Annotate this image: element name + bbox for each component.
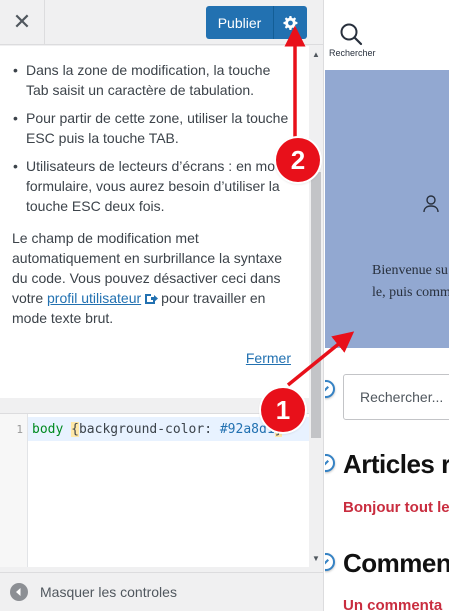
- scroll-down-arrow-icon[interactable]: ▼: [312, 554, 320, 563]
- help-list: Dans la zone de modification, la touche …: [12, 60, 295, 216]
- close-help-link[interactable]: Fermer: [246, 348, 291, 368]
- css-code-editor[interactable]: 1 body {background-color: #92a8d1}: [0, 413, 309, 567]
- annotation-badge-1: 1: [261, 388, 305, 432]
- edit-pencil-icon: [325, 460, 329, 466]
- code-editor-help: Dans la zone de modification, la touche …: [0, 46, 309, 398]
- profile-link[interactable]: profil utilisateur: [47, 290, 141, 306]
- help-item-esc: Pour partir de cette zone, utiliser la t…: [13, 108, 295, 148]
- collapse-label: Masquer les controles: [40, 584, 177, 600]
- customizer-header: ✕ Publier: [0, 0, 323, 45]
- preview-search-input[interactable]: Rechercher...: [343, 374, 449, 420]
- edit-pencil-icon: [325, 559, 329, 565]
- collapse-controls-bar[interactable]: Masquer les controles: [0, 572, 323, 611]
- welcome-line-2: le, puis comm: [372, 285, 449, 300]
- css-property: background-color:: [78, 422, 213, 437]
- scroll-up-arrow-icon[interactable]: ▲: [312, 50, 320, 59]
- annotation-badge-2: 2: [276, 138, 320, 182]
- help-item-tab: Dans la zone de modification, la touche …: [13, 60, 295, 100]
- scrollbar-thumb[interactable]: [311, 172, 321, 438]
- customizer-panel: ✕ Publier Dans la zone de modification, …: [0, 0, 324, 611]
- gear-icon: [282, 15, 297, 30]
- search-toggle[interactable]: [339, 22, 363, 51]
- search-icon: [340, 23, 363, 46]
- open-brace: {: [71, 422, 79, 437]
- edit-shortcut-body[interactable]: [325, 380, 335, 398]
- close-icon: ✕: [12, 10, 32, 35]
- help-item-screen-reader: Utilisateurs de lecteurs d’écrans : en m…: [13, 156, 295, 216]
- comment-link[interactable]: Un commenta: [343, 597, 442, 611]
- post-link[interactable]: Bonjour tout le: [343, 499, 449, 516]
- close-button[interactable]: ✕: [0, 0, 45, 45]
- external-link-icon: [145, 294, 159, 304]
- collapse-arrow-icon: [10, 583, 28, 601]
- line-gutter: 1: [0, 414, 28, 567]
- help-paragraph: Le champ de modification met automatique…: [12, 228, 295, 328]
- search-label: Rechercher: [329, 48, 376, 58]
- line-number: 1: [16, 423, 23, 436]
- panel-scrollbar[interactable]: ▲: [309, 46, 323, 566]
- welcome-text: Bienvenue su le, puis comm: [372, 260, 449, 304]
- site-preview: Rechercher Bienvenue su le, puis comm Re…: [325, 0, 449, 611]
- edit-pencil-icon: [325, 386, 329, 392]
- css-selector: body: [32, 422, 64, 437]
- recent-posts-heading: Articles re: [343, 449, 449, 479]
- user-icon: [423, 195, 439, 213]
- edit-shortcut-articles[interactable]: [325, 454, 335, 472]
- publish-button[interactable]: Publier: [206, 6, 274, 39]
- recent-comments-heading: Comment: [343, 548, 449, 578]
- preview-body-background: Bienvenue su le, puis comm: [325, 70, 449, 348]
- publish-settings-button[interactable]: [274, 6, 307, 39]
- welcome-line-1: Bienvenue su: [372, 263, 448, 278]
- edit-shortcut-comments[interactable]: [325, 553, 335, 571]
